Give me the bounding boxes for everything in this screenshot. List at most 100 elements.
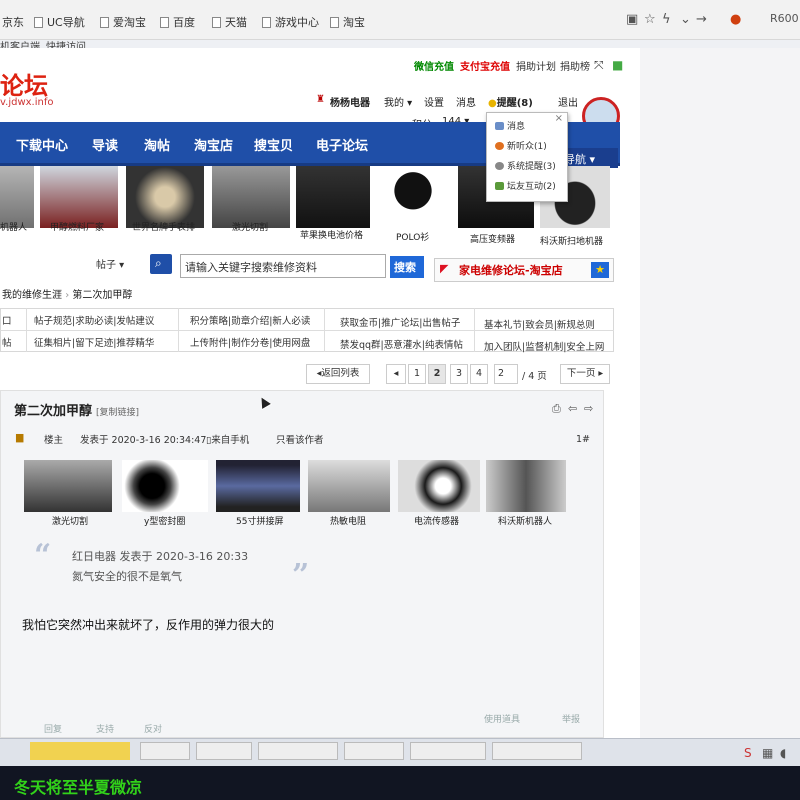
bookmark-uc[interactable]: UC导航 <box>34 14 85 30</box>
grid-r2-c4[interactable]: 加入团队|监督机制|安全上网 <box>484 339 604 353</box>
thumb-caption-8[interactable]: 科沃斯扫地机器 <box>540 234 603 247</box>
prev-page-button[interactable]: ◂ <box>386 364 406 384</box>
taskbar-item-3[interactable] <box>196 742 252 760</box>
ad-image-6[interactable] <box>486 460 566 512</box>
taskbar-item-2[interactable] <box>140 742 190 760</box>
taskbar-item-4[interactable] <box>258 742 338 760</box>
ad-caption-4[interactable]: 热敏电阻 <box>330 514 366 527</box>
thumb-caption-5[interactable]: 苹果换电池价格 <box>300 228 363 241</box>
support-button[interactable]: 支持 <box>96 722 114 735</box>
messages-link[interactable]: 消息 <box>456 94 476 109</box>
search-button[interactable]: 搜索 <box>390 256 424 278</box>
ad-caption-5[interactable]: 电流传感器 <box>414 514 459 527</box>
my-menu[interactable]: 我的 ▾ <box>384 94 412 109</box>
thumb-6[interactable] <box>376 166 450 228</box>
donation-plan-link[interactable]: 捐助计划 <box>516 58 556 73</box>
app-icon[interactable]: ■ <box>612 58 623 72</box>
nav-download-center[interactable]: 下载中心 <box>16 135 68 154</box>
chevron-down-icon[interactable]: ⌄ <box>680 12 691 27</box>
nav-electronics-forum[interactable]: 电子论坛 <box>316 135 368 154</box>
alipay-recharge-link[interactable]: 支付宝充值 <box>460 58 510 73</box>
thumb-2[interactable] <box>40 166 118 228</box>
bookmark-jd[interactable]: 京东 <box>2 14 24 30</box>
breadcrumb-thread[interactable]: 第二次加甲醇 <box>72 290 132 301</box>
only-author-link[interactable]: 只看该作者 <box>276 432 324 446</box>
username-link[interactable]: 杨杨电器 <box>330 94 370 109</box>
ad-caption-3[interactable]: 55寸拼接屏 <box>236 514 283 527</box>
page-jump-input[interactable]: 2 <box>494 364 518 384</box>
taskbar-item-5[interactable] <box>344 742 404 760</box>
ad-image-5[interactable] <box>398 460 480 512</box>
dropdown-messages[interactable]: 消息 <box>495 119 525 132</box>
fullscreen-icon[interactable]: ⤧ <box>594 58 604 73</box>
page-2-button[interactable]: 2 <box>428 364 446 384</box>
print-icon[interactable]: ⎙ <box>552 402 561 416</box>
page-4-button[interactable]: 4 <box>470 364 488 384</box>
thumb-4[interactable] <box>212 166 290 228</box>
reminder-link[interactable]: ●提醒(8) <box>488 94 533 109</box>
use-tools-link[interactable]: 使用道具 <box>484 712 520 725</box>
ad-image-3[interactable] <box>216 460 300 512</box>
oppose-button[interactable]: 反对 <box>144 722 162 735</box>
nav-guide[interactable]: 导读 <box>92 135 118 154</box>
prev-thread-icon[interactable]: ⇦ <box>568 402 577 415</box>
next-thread-icon[interactable]: ⇨ <box>584 402 593 415</box>
bookmark-baidu[interactable]: 百度 <box>160 14 195 30</box>
grid-r1-c4[interactable]: 基本礼节|致会员|新规总则 <box>484 317 595 331</box>
thumb-1[interactable] <box>0 166 34 228</box>
grid-r1-c1[interactable]: 帖子规范|求助必读|发帖建议 <box>34 313 154 327</box>
ad-image-1[interactable] <box>24 460 112 512</box>
search-input[interactable]: 请输入关键字搜索维修资料 <box>180 254 386 278</box>
bookmark-tmall[interactable]: 天猫 <box>212 14 247 30</box>
tray-network-icon[interactable]: ▦ <box>762 746 773 760</box>
grid-r2-c2[interactable]: 上传附件|制作分卷|使用网盘 <box>190 335 310 349</box>
bookmark-taobao[interactable]: 淘宝 <box>330 14 365 30</box>
bookmark-aitaobao[interactable]: 爱淘宝 <box>100 14 146 30</box>
profile-icon[interactable]: ● <box>730 12 741 27</box>
back-to-list-button[interactable]: ◂返回列表 <box>306 364 370 384</box>
thumb-caption-3[interactable]: 世界名牌手表排 <box>132 220 195 233</box>
thumb-3[interactable] <box>126 166 204 228</box>
thumb-caption-7[interactable]: 高压变频器 <box>470 232 515 245</box>
ad-image-2[interactable] <box>122 460 208 512</box>
ad-caption-6[interactable]: 科沃斯机器人 <box>498 514 552 527</box>
thumb-caption-1[interactable]: 机器人 <box>0 220 27 233</box>
grid-r1-c3[interactable]: 获取金币|推广论坛|出售帖子 <box>340 315 460 329</box>
ad-caption-2[interactable]: y型密封圈 <box>144 514 185 527</box>
report-link[interactable]: 举报 <box>562 712 580 725</box>
ad-caption-1[interactable]: 激光切割 <box>52 514 88 527</box>
grid-r2-c3[interactable]: 禁发qq群|恶意灌水|纯表情帖 <box>340 337 463 351</box>
thumb-caption-6[interactable]: POLO衫 <box>396 230 429 243</box>
next-page-button[interactable]: 下一页 ▸ <box>560 364 610 384</box>
close-icon[interactable]: × <box>555 113 563 124</box>
site-logo[interactable]: 论坛 <box>0 66 48 101</box>
floor-number[interactable]: 1# <box>576 434 590 445</box>
taobao-shop-banner[interactable]: ◤ 家电维修论坛-淘宝店 ★ <box>434 258 614 282</box>
taskbar-item-6[interactable] <box>410 742 486 760</box>
page-3-button[interactable]: 3 <box>450 364 468 384</box>
bookmark-games[interactable]: 游戏中心 <box>262 14 319 30</box>
wechat-recharge-link[interactable]: 微信充值 <box>414 58 454 73</box>
nav-menu-button[interactable]: 导航 ▾ <box>560 148 618 168</box>
dropdown-new-listeners[interactable]: 新听众(1) <box>495 139 547 152</box>
dropdown-system-reminders[interactable]: 系统提醒(3) <box>495 159 556 172</box>
tray-icon-s[interactable]: S <box>744 746 752 760</box>
breadcrumb-forum[interactable]: 我的维修生涯 <box>2 290 62 301</box>
grid-r2-c1[interactable]: 征集相片|留下足迹|推荐精华 <box>34 335 154 349</box>
reply-button[interactable]: 回复 <box>44 722 62 735</box>
thumb-5[interactable] <box>296 166 370 228</box>
logout-link[interactable]: 退出 <box>558 94 578 109</box>
thumb-caption-4[interactable]: 激光切割 <box>232 220 268 233</box>
search-type-select[interactable]: 帖子 ▾ <box>96 256 124 271</box>
grid-r1-c2[interactable]: 积分策略|勋章介绍|新人必读 <box>190 313 310 327</box>
nav-collections[interactable]: 淘帖 <box>144 135 170 154</box>
nav-search-items[interactable]: 搜宝贝 <box>254 135 293 154</box>
dropdown-forum-interactions[interactable]: 坛友互动(2) <box>495 179 556 192</box>
copy-link-button[interactable]: [复制链接] <box>96 408 139 418</box>
thumb-caption-2[interactable]: 甲醇燃料厂家 <box>50 220 104 233</box>
taskbar-item-7[interactable] <box>492 742 582 760</box>
nav-taobao-shop[interactable]: 淘宝店 <box>194 135 233 154</box>
page-1-button[interactable]: 1 <box>408 364 426 384</box>
tray-volume-icon[interactable]: ◖ <box>780 746 786 760</box>
forward-arrow-icon[interactable]: → <box>696 12 707 27</box>
